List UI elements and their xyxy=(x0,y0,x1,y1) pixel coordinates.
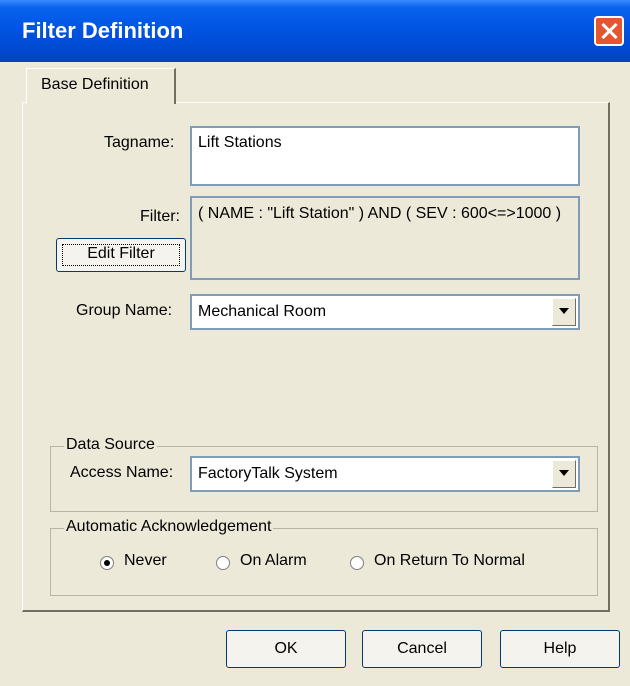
group-name-value: Mechanical Room xyxy=(198,303,327,320)
tab-base-definition[interactable]: Base Definition xyxy=(26,68,176,104)
automatic-acknowledgement-legend: Automatic Acknowledgement xyxy=(64,518,274,536)
radio-on-return-to-normal-label[interactable]: On Return To Normal xyxy=(374,552,525,570)
ok-label: OK xyxy=(274,640,298,657)
radio-on-alarm[interactable] xyxy=(216,556,230,570)
data-source-legend: Data Source xyxy=(64,436,157,454)
cancel-button[interactable]: Cancel xyxy=(362,630,482,668)
filter-label: Filter: xyxy=(140,208,180,225)
ok-button[interactable]: OK xyxy=(226,630,346,668)
cancel-label: Cancel xyxy=(397,640,447,657)
access-name-combobox[interactable]: FactoryTalk System xyxy=(190,456,580,492)
title-bar[interactable]: Filter Definition xyxy=(0,0,630,62)
help-label: Help xyxy=(543,640,577,657)
radio-on-alarm-label[interactable]: On Alarm xyxy=(240,552,307,570)
filter-value: ( NAME : "Lift Station" ) AND ( SEV : 60… xyxy=(198,205,562,222)
radio-on-return-to-normal[interactable] xyxy=(350,556,364,570)
radio-never[interactable] xyxy=(100,556,114,570)
tagname-field[interactable]: Lift Stations xyxy=(190,126,580,186)
radio-never-label[interactable]: Never xyxy=(124,552,167,570)
group-name-label: Group Name: xyxy=(76,302,173,319)
tab-label: Base Definition xyxy=(41,76,149,93)
window-title: Filter Definition xyxy=(22,18,184,43)
close-icon[interactable] xyxy=(594,16,624,46)
filter-display: ( NAME : "Lift Station" ) AND ( SEV : 60… xyxy=(190,196,580,280)
chevron-down-icon[interactable] xyxy=(552,298,576,326)
help-button[interactable]: Help xyxy=(500,630,620,668)
filter-definition-dialog: Filter Definition Base Definition Tagnam… xyxy=(0,0,630,686)
group-name-combobox[interactable]: Mechanical Room xyxy=(190,294,580,330)
focus-rectangle xyxy=(62,244,180,266)
tagname-label: Tagname: xyxy=(104,134,175,151)
access-name-label: Access Name: xyxy=(70,464,174,481)
tagname-value: Lift Stations xyxy=(198,134,282,151)
edit-filter-button[interactable]: Edit Filter xyxy=(56,238,186,272)
access-name-value: FactoryTalk System xyxy=(198,465,338,482)
chevron-down-icon[interactable] xyxy=(552,460,576,488)
